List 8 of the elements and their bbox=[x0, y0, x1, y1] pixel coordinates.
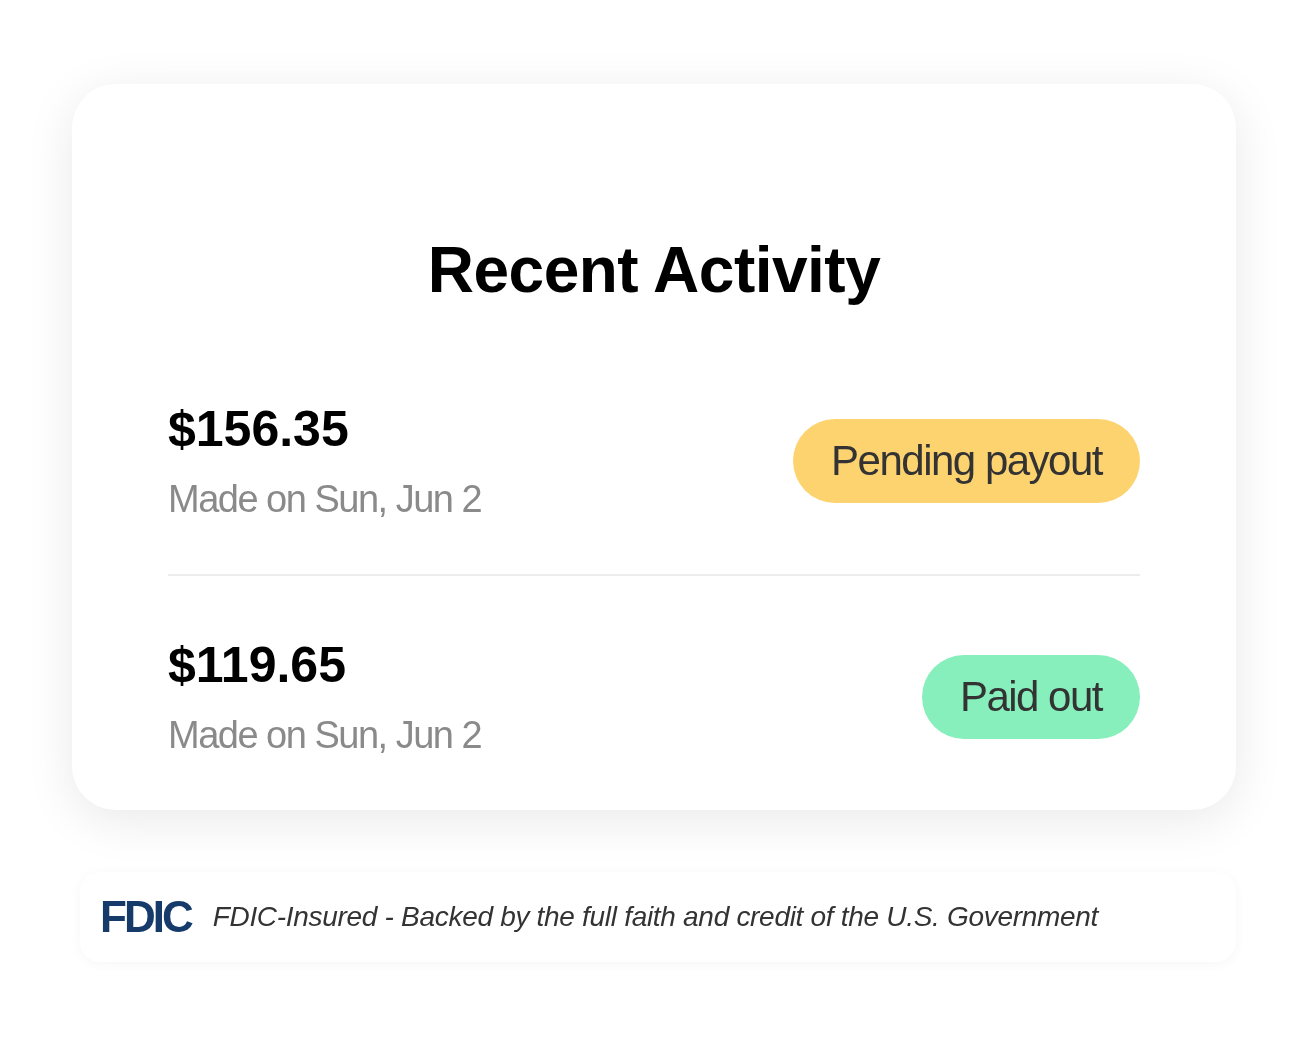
amount: $156.35 bbox=[168, 404, 350, 454]
fdic-notice: FDIC-Insured - Backed by the full faith and credit of the U.S. Government bbox=[212, 901, 1099, 933]
status-badge: Pending payout bbox=[793, 419, 1140, 503]
fdic-logo: FDIC bbox=[100, 892, 191, 942]
amount: $119.65 bbox=[168, 640, 347, 690]
date: Made on Sun, Jun 2 bbox=[168, 480, 482, 518]
status-badge: Paid out bbox=[921, 655, 1140, 739]
date: Made on Sun, Jun 2 bbox=[168, 716, 482, 754]
